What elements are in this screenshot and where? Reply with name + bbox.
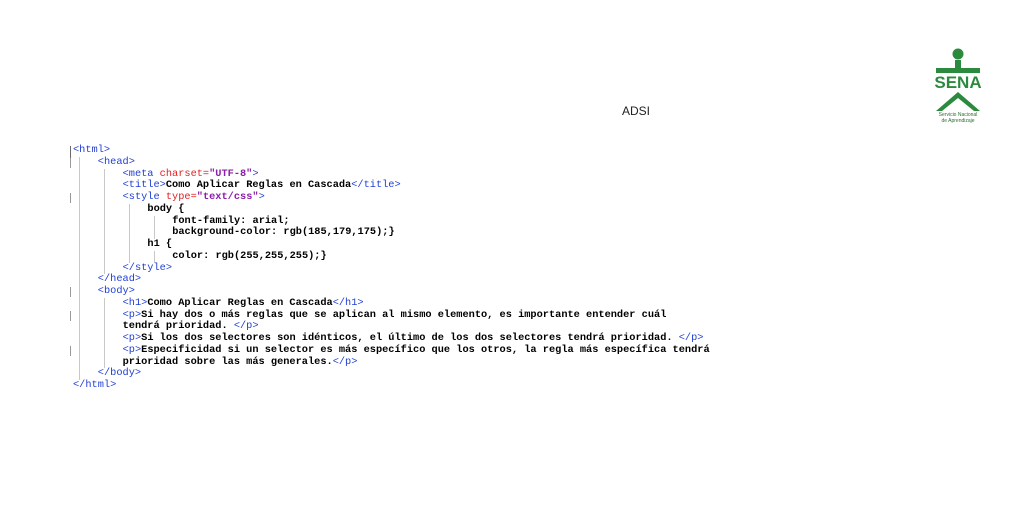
code-line: <html> [73,144,1013,157]
indent-guide [79,356,81,369]
code-token: > [258,191,265,203]
code-token: body { [147,202,185,215]
indent-guide [79,297,81,310]
indent-guide [104,309,105,322]
indent-guide [79,309,81,322]
indent-guide [79,156,81,169]
indent-guide [104,250,105,263]
code-listing: <html> <head> <meta charset="UTF-8"> <title… [73,144,1013,392]
code-line: background-color: rgb(185,179,175);} [73,226,1013,239]
indent-guide [79,227,81,239]
indent-guide [79,203,81,216]
margin-marker [70,310,71,321]
code-token: </p> [678,332,704,344]
code-token: background-color: rgb(185,179,175);} [172,226,395,239]
code-line: <style type="text/css"> [73,191,1013,204]
indent-guide [128,203,130,216]
indent-guide [128,239,130,251]
indent-guide [104,168,105,181]
code-token: </style> [122,261,173,274]
code-line: prioridad sobre las más generales.</p> [73,355,1013,369]
code-line: </head> [73,273,1013,286]
code-token: tendrá prioridad. [122,320,234,333]
code-token: <h1> [122,296,148,309]
code-token: <p> [122,343,142,356]
margin-marker [70,193,71,203]
code-token: prioridad sobre las más generales. [122,355,333,368]
code-token: <html> [73,144,111,156]
indent-guide [104,321,105,333]
code-token: Como Aplicar Reglas en Cascada [147,296,333,309]
indent-guide [104,215,105,228]
code-line: </style> [73,261,1013,275]
code-token: Si hay dos o más reglas que se aplican a… [141,308,667,321]
indent-guide [79,333,81,345]
sena-wordmark: SENA [934,73,981,92]
indent-guide [79,262,81,275]
sena-logo-icon: SENA [934,48,982,111]
code-token: charset= [159,167,210,180]
margin-marker [70,287,71,297]
code-token: type= [165,191,197,203]
indent-guide [79,344,81,357]
indent-guide [79,215,81,228]
header-label: ADSI [622,104,651,118]
indent-guide [79,274,81,286]
code-token: </p> [233,320,259,333]
code-line: </body> [73,367,1013,380]
indent-guide [79,250,81,263]
code-token: Si los dos selectores son idénticos, el … [141,332,679,344]
code-token: <style [122,191,166,203]
code-token: </h1> [332,296,364,309]
code-token: > [252,167,259,180]
margin-marker [70,157,71,168]
code-token: </html> [73,379,117,391]
code-token: font-family: arial; [172,214,290,227]
code-token: "text/css" [196,191,259,203]
indent-guide [104,227,105,239]
indent-guide [104,297,105,310]
code-line: </html> [73,379,1013,392]
sena-logo: SENA Servicio Nacional de Aprendizaje [922,48,994,124]
indent-guide [104,180,105,192]
indent-guide [79,286,81,298]
code-token: Especificidad si un selector es más espe… [141,343,710,356]
code-token: <p> [122,332,142,344]
indent-guide [128,227,130,239]
code-token: </head> [97,273,142,286]
indent-guide [79,239,81,251]
code-token: "UTF-8" [209,167,253,180]
sena-subtitle-line2: de Aprendizaje [941,118,975,124]
indent-guide [153,215,155,228]
code-token: <p> [122,308,142,321]
page: { "header": { "label": "ADSI", "logo": {… [0,0,1030,520]
code-token: <head> [97,155,135,168]
code-token: </body> [97,367,142,380]
indent-guide [79,168,81,181]
indent-guide [104,203,105,216]
indent-guide [104,344,105,357]
indent-guide [128,215,130,228]
indent-guide [79,180,81,192]
code-token: Como Aplicar Reglas en Cascada [165,179,352,192]
margin-marker [70,345,71,356]
code-token: </p> [332,355,358,368]
code-token: </title> [351,179,401,192]
indent-guide [79,192,81,204]
indent-guide [104,239,105,251]
code-token: <body> [97,285,135,297]
indent-guide [79,321,81,333]
code-token: color: rgb(255,255,255);} [172,249,327,262]
code-token: <title> [122,179,166,192]
code-line: color: rgb(255,255,255);} [73,249,1013,263]
text-cursor [70,146,71,158]
code-token: h1 { [147,238,173,250]
indent-guide [104,333,105,345]
code-token: <meta [122,167,160,180]
indent-guide [104,192,105,204]
